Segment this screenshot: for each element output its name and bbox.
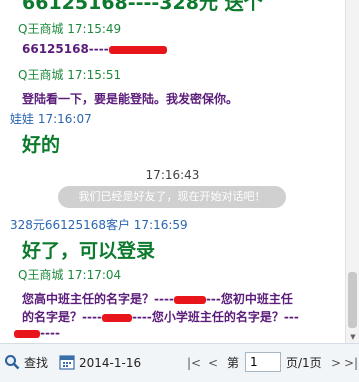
- message-header: 328元66125168客户 17:16:59: [10, 218, 188, 232]
- chat-history-panel: 66125168----328元 送个 Q王商城 17:15:49 661251…: [0, 0, 345, 343]
- partial-message: 66125168----328元 送个: [22, 0, 263, 14]
- message-body: 好了，可以登录: [22, 240, 156, 262]
- last-page-icon[interactable]: >|: [344, 355, 358, 371]
- message-text: ---您初中班主任: [205, 292, 293, 306]
- scroll-thumb[interactable]: [348, 272, 357, 328]
- calendar-icon[interactable]: [59, 354, 75, 370]
- search-label: 查找: [24, 356, 49, 370]
- search-icon: [5, 355, 20, 370]
- message-body: 好的: [22, 134, 61, 156]
- first-page-icon[interactable]: |<: [187, 355, 201, 371]
- redaction-mark: [14, 329, 40, 338]
- prev-page-icon[interactable]: <: [208, 355, 218, 371]
- scroll-down-arrow-icon[interactable]: ▼: [348, 333, 358, 341]
- page-prefix: 第: [227, 356, 240, 370]
- next-page-icon[interactable]: >: [331, 355, 341, 371]
- message-body: 登陆看一下，要是能登陆。我发密保你。: [22, 92, 239, 106]
- chat-scrollbar[interactable]: ▼: [345, 0, 359, 343]
- redaction-mark: [173, 295, 206, 304]
- message-header: Q王商城 17:15:51: [18, 68, 122, 82]
- page-total: 页/1页: [286, 356, 322, 370]
- history-toolbar: 查找 2014-1-16 |< < 第 页/1页 > >|: [0, 343, 359, 382]
- redaction-mark: [108, 45, 167, 54]
- page-number-input[interactable]: [245, 352, 281, 372]
- message-body-line: ----: [14, 326, 60, 340]
- message-text: ----您小学班主任的名字是？---: [131, 310, 299, 324]
- message-text: ----: [40, 326, 60, 340]
- message-text: 的名字是？----: [22, 310, 102, 324]
- redaction-mark: [101, 313, 132, 322]
- message-body: 66125168----: [22, 42, 167, 56]
- message-text: 您高中班主任的名字是？----: [22, 292, 174, 306]
- message-header: 娃娃 17:16:07: [10, 112, 92, 126]
- time-separator: 17:16:43: [145, 168, 200, 182]
- system-notice: 我们已经是好友了，现在开始对话吧！: [58, 186, 286, 208]
- message-body-line: 您高中班主任的名字是？---- ---您初中班主任: [22, 290, 293, 307]
- message-text: 66125168----: [22, 42, 109, 56]
- message-header: Q王商城 17:15:49: [18, 22, 122, 36]
- message-body-line: 的名字是？---- ----您小学班主任的名字是？---: [22, 308, 299, 325]
- date-value[interactable]: 2014-1-16: [79, 355, 141, 371]
- message-header: Q王商城 17:17:04: [18, 268, 122, 282]
